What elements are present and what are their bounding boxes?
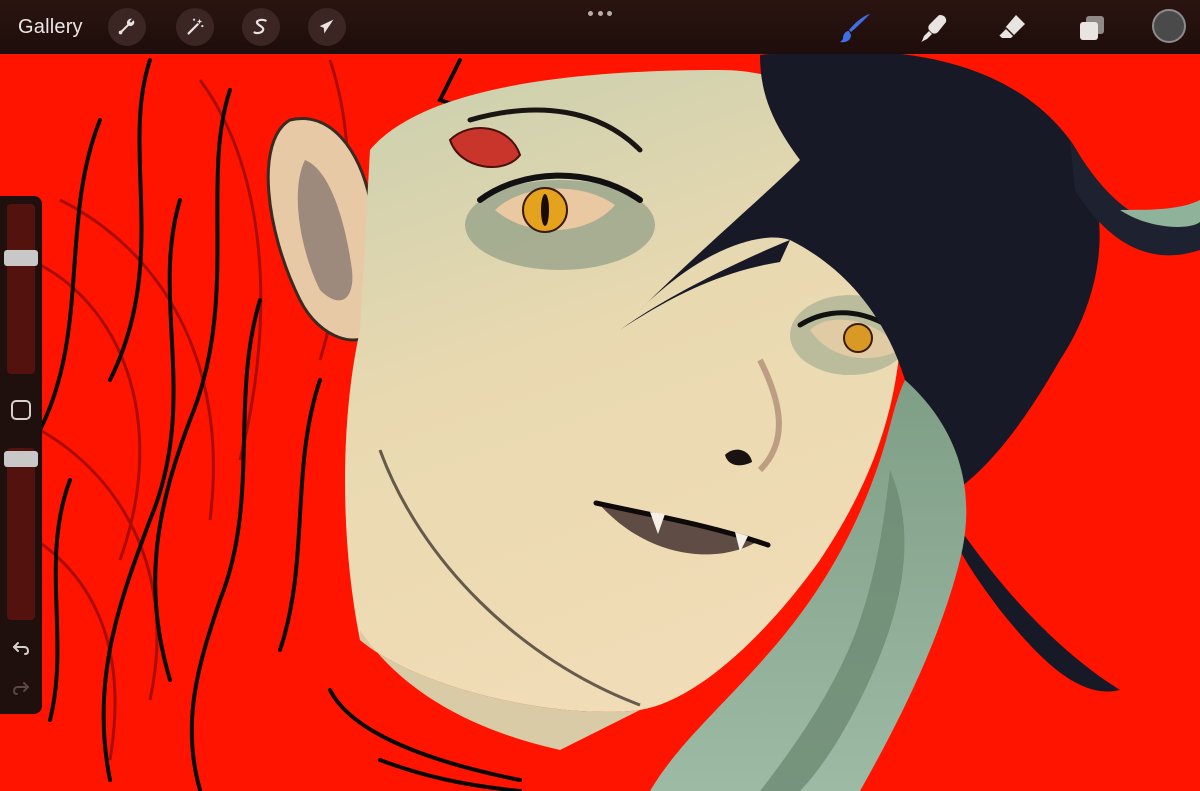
color-picker-button[interactable] <box>1152 9 1186 43</box>
adjustments-button[interactable] <box>176 8 214 46</box>
modify-button[interactable] <box>11 400 31 420</box>
undo-arrow-icon <box>13 642 30 655</box>
pupil-left <box>541 194 549 226</box>
smudge-finger-icon <box>921 15 947 42</box>
selection-s-icon <box>253 18 267 35</box>
dot-icon <box>607 10 612 16</box>
arrow-cursor-icon <box>319 19 334 34</box>
procreate-app: Gallery <box>0 0 1200 791</box>
brush-size-slider[interactable] <box>4 204 38 374</box>
opacity-slider-thumb[interactable] <box>4 451 38 467</box>
brush-icon <box>840 14 870 43</box>
smudge-tool-button[interactable] <box>914 8 954 48</box>
left-sidebar <box>0 196 42 714</box>
brush-tool-button[interactable] <box>836 8 876 48</box>
dot-icon <box>588 10 593 16</box>
gallery-button[interactable]: Gallery <box>18 14 83 40</box>
wrench-icon <box>118 18 135 35</box>
magic-wand-icon <box>187 18 204 35</box>
top-toolbar: Gallery <box>0 0 1200 54</box>
eraser-tool-button[interactable] <box>992 8 1032 48</box>
layers-button[interactable] <box>1072 8 1112 48</box>
undo-button[interactable] <box>9 636 33 660</box>
brush-size-slider-thumb[interactable] <box>4 250 38 266</box>
redo-arrow-icon <box>12 682 29 695</box>
redo-button[interactable] <box>9 676 33 700</box>
eraser-icon <box>998 15 1025 38</box>
iris-right <box>843 323 873 353</box>
more-options-button[interactable] <box>588 8 612 18</box>
layers-icon <box>1080 16 1104 40</box>
dot-icon <box>597 10 603 16</box>
drawing-canvas[interactable] <box>0 0 1200 791</box>
transform-button[interactable] <box>308 8 346 46</box>
selection-button[interactable] <box>242 8 280 46</box>
opacity-slider[interactable] <box>4 448 38 620</box>
actions-button[interactable] <box>108 8 146 46</box>
